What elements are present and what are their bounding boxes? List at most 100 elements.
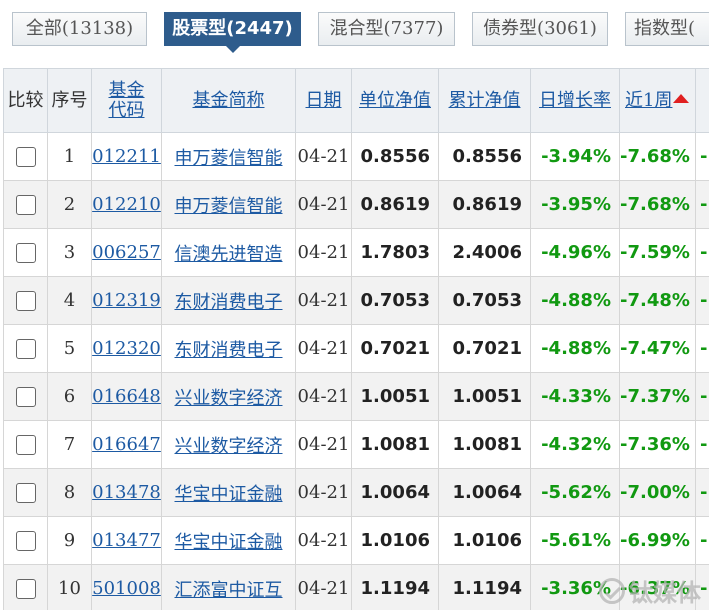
tab-stock[interactable]: 股票型(2447) xyxy=(164,12,301,53)
daily-change-cell: -4.33% xyxy=(530,372,620,421)
daily-change-cell: -5.61% xyxy=(530,516,620,565)
sort-daily-link[interactable]: 日增长率 xyxy=(539,90,611,111)
table-row: 9 013477 华宝中证金融 04-21 1.0106 1.0106 -5.61% -6.9… xyxy=(3,516,709,565)
date-cell: 04-21 xyxy=(295,372,352,421)
compare-checkbox[interactable] xyxy=(15,531,36,551)
col-acc-nav[interactable]: 累计净值 xyxy=(438,68,531,133)
compare-checkbox[interactable] xyxy=(15,291,36,311)
code-cell: 501008 xyxy=(91,564,162,610)
compare-checkbox[interactable] xyxy=(15,339,36,359)
week-change-cell: -7.48% xyxy=(619,276,696,325)
name-cell: 信澳先进智造 xyxy=(161,228,296,277)
fund-name-link[interactable]: 信澳先进智造 xyxy=(175,244,283,265)
name-cell: 兴业数字经济 xyxy=(161,372,296,421)
extra-cell: - xyxy=(695,180,709,229)
compare-checkbox[interactable] xyxy=(15,483,36,503)
date-cell: 04-21 xyxy=(295,420,352,469)
compare-checkbox[interactable] xyxy=(15,243,36,263)
acc-nav-cell: 1.1194 xyxy=(438,564,531,610)
nav-cell: 0.8619 xyxy=(351,180,439,229)
sort-week-link[interactable]: 近1周 xyxy=(625,90,672,111)
compare-cell xyxy=(3,420,48,469)
fund-name-link[interactable]: 东财消费电子 xyxy=(175,292,283,313)
name-cell: 华宝中证金融 xyxy=(161,516,296,565)
fund-name-link[interactable]: 华宝中证金融 xyxy=(175,532,283,553)
compare-cell xyxy=(3,276,48,325)
fund-code-link[interactable]: 012320 xyxy=(93,338,161,359)
compare-checkbox[interactable] xyxy=(15,147,36,167)
compare-cell xyxy=(3,228,48,277)
sort-nav-link[interactable]: 单位净值 xyxy=(359,90,431,111)
acc-nav-cell: 0.8556 xyxy=(438,132,531,181)
compare-cell xyxy=(3,372,48,421)
name-cell: 东财消费电子 xyxy=(161,276,296,325)
code-cell: 016648 xyxy=(91,372,162,421)
tab-bond[interactable]: 债券型(3061) xyxy=(472,12,608,46)
compare-checkbox[interactable] xyxy=(15,387,36,407)
fund-code-link[interactable]: 016647 xyxy=(93,434,161,455)
fund-code-link[interactable]: 501008 xyxy=(93,578,161,599)
col-date[interactable]: 日期 xyxy=(295,68,352,133)
watermark-text: 钛媒体 xyxy=(629,579,701,607)
fund-code-link[interactable]: 012210 xyxy=(93,194,161,215)
fund-name-link[interactable]: 东财消费电子 xyxy=(175,340,283,361)
fund-name-link[interactable]: 兴业数字经济 xyxy=(175,436,283,457)
table-row: 5 012320 东财消费电子 04-21 0.7021 0.7021 -4.88% -7.4… xyxy=(3,324,709,373)
col-name[interactable]: 基金简称 xyxy=(161,68,296,133)
nav-cell: 1.7803 xyxy=(351,228,439,277)
fund-code-link[interactable]: 013477 xyxy=(93,530,161,551)
col-nav[interactable]: 单位净值 xyxy=(351,68,439,133)
table-row: 7 016647 兴业数字经济 04-21 1.0081 1.0081 -4.32% -7.3… xyxy=(3,420,709,469)
nav-cell: 0.7053 xyxy=(351,276,439,325)
fund-name-link[interactable]: 申万菱信智能 xyxy=(175,148,283,169)
index-cell: 3 xyxy=(47,228,92,277)
acc-nav-cell: 0.8619 xyxy=(438,180,531,229)
compare-checkbox[interactable] xyxy=(15,195,36,215)
date-cell: 04-21 xyxy=(295,516,352,565)
fund-name-link[interactable]: 华宝中证金融 xyxy=(175,484,283,505)
sort-name-link[interactable]: 基金简称 xyxy=(193,90,265,111)
sort-acc-nav-link[interactable]: 累计净值 xyxy=(449,90,521,111)
fund-name-link[interactable]: 汇添富中证互 xyxy=(175,580,283,601)
code-cell: 012211 xyxy=(91,132,162,181)
code-cell: 012319 xyxy=(91,276,162,325)
nav-cell: 0.7021 xyxy=(351,324,439,373)
code-cell: 006257 xyxy=(91,228,162,277)
fund-code-link[interactable]: 012319 xyxy=(93,290,161,311)
sort-date-link[interactable]: 日期 xyxy=(306,90,342,111)
date-cell: 04-21 xyxy=(295,132,352,181)
fund-code-link[interactable]: 013478 xyxy=(93,482,161,503)
nav-cell: 1.0081 xyxy=(351,420,439,469)
daily-change-cell: -3.94% xyxy=(530,132,620,181)
extra-cell: - xyxy=(695,372,709,421)
nav-cell: 1.0051 xyxy=(351,372,439,421)
compare-checkbox[interactable] xyxy=(15,579,36,599)
fund-name-link[interactable]: 申万菱信智能 xyxy=(175,196,283,217)
sort-code-link-line1[interactable]: 基金 xyxy=(109,80,145,101)
col-code[interactable]: 基金 代码 xyxy=(91,68,162,133)
tab-index[interactable]: 指数型( xyxy=(625,12,709,46)
sort-code-link-line2[interactable]: 代码 xyxy=(109,100,145,121)
tab-all[interactable]: 全部(13138) xyxy=(12,12,147,46)
tab-hybrid[interactable]: 混合型(7377) xyxy=(318,12,455,46)
compare-checkbox[interactable] xyxy=(15,435,36,455)
acc-nav-cell: 0.7021 xyxy=(438,324,531,373)
index-cell: 7 xyxy=(47,420,92,469)
col-daily[interactable]: 日增长率 xyxy=(530,68,620,133)
fund-name-link[interactable]: 兴业数字经济 xyxy=(175,388,283,409)
table-row: 4 012319 东财消费电子 04-21 0.7053 0.7053 -4.88% -7.4… xyxy=(3,276,709,325)
col-week[interactable]: 近1周 xyxy=(619,68,696,133)
fund-code-link[interactable]: 006257 xyxy=(93,242,161,263)
fund-code-link[interactable]: 012211 xyxy=(93,146,161,167)
name-cell: 华宝中证金融 xyxy=(161,468,296,517)
code-cell: 013478 xyxy=(91,468,162,517)
fund-code-link[interactable]: 016648 xyxy=(93,386,161,407)
acc-nav-cell: 1.0106 xyxy=(438,516,531,565)
extra-cell: - xyxy=(695,276,709,325)
daily-change-cell: -5.62% xyxy=(530,468,620,517)
table-header-row: 比较 序号 基金 代码 基金简称 日期 单位净值 累计净值 日增长率 近1周 xyxy=(3,68,709,133)
date-cell: 04-21 xyxy=(295,276,352,325)
daily-change-cell: -4.88% xyxy=(530,324,620,373)
sort-arrow-up-icon[interactable] xyxy=(673,94,690,103)
extra-cell: - xyxy=(695,324,709,373)
